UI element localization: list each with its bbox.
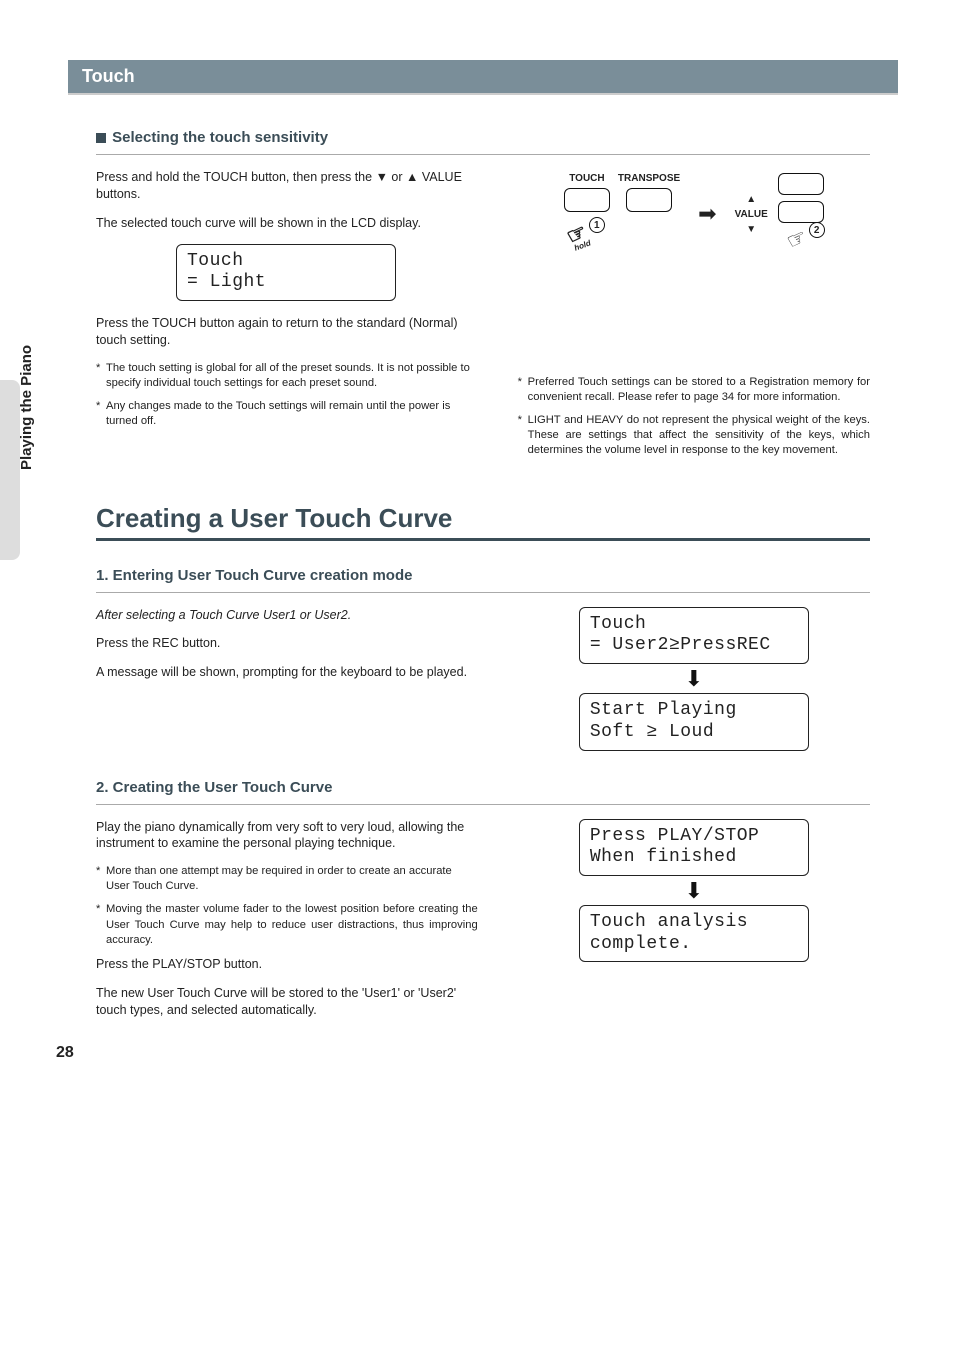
- para-press-playstop: Press the PLAY/STOP button.: [96, 956, 478, 973]
- step-badge-2: 2: [809, 222, 825, 238]
- subheading-text: Selecting the touch sensitivity: [112, 129, 328, 146]
- lcd-line: complete.: [590, 934, 798, 956]
- panel-button-value-down: [778, 201, 824, 223]
- para-message-shown: A message will be shown, prompting for t…: [96, 664, 478, 681]
- lcd-user2-pressrec: Touch = User2≥PressREC: [579, 607, 809, 664]
- lcd-line: = Light: [187, 272, 385, 294]
- lcd-press-playstop: Press PLAY/STOP When finished: [579, 819, 809, 876]
- section-bar: Touch: [68, 60, 898, 95]
- lcd-line: Touch: [187, 251, 385, 273]
- para-selected-curve: The selected touch curve will be shown i…: [96, 215, 478, 232]
- lcd-start-playing: Start Playing Soft ≥ Loud: [579, 693, 809, 750]
- para-press-rec: Press the REC button.: [96, 635, 478, 652]
- label-transpose: TRANSPOSE: [618, 173, 680, 184]
- lcd-line: Press PLAY/STOP: [590, 826, 798, 848]
- footnote: *Any changes made to the Touch settings …: [96, 399, 478, 429]
- step1-heading: 1. Entering User Touch Curve creation mo…: [96, 567, 870, 584]
- button-panel-diagram: TOUCH ☞ 1 hold TRANSPOSE: [518, 173, 870, 255]
- divider: [96, 592, 870, 593]
- label-value: VALUE: [735, 209, 768, 220]
- para-press-hold: Press and hold the TOUCH button, then pr…: [96, 169, 478, 203]
- footnote: *Preferred Touch settings can be stored …: [518, 375, 870, 405]
- footnote: *The touch setting is global for all of …: [96, 361, 478, 391]
- lcd-line: Touch analysis: [590, 912, 798, 934]
- arrow-down-icon: ⬇: [685, 882, 703, 900]
- triangle-up-icon: ▲: [746, 194, 756, 205]
- triangle-up-icon: ▲: [406, 170, 418, 184]
- step2-heading: 2. Creating the User Touch Curve: [96, 779, 870, 796]
- lcd-line: When finished: [590, 847, 798, 869]
- para-after-selecting: After selecting a Touch Curve User1 or U…: [96, 607, 478, 624]
- divider: [96, 804, 870, 805]
- panel-button-transpose: [626, 188, 672, 212]
- arrow-right-icon: ➡: [698, 201, 716, 227]
- lcd-line: = User2≥PressREC: [590, 635, 798, 657]
- lcd-touch-light: Touch = Light: [176, 244, 396, 301]
- square-bullet-icon: [96, 133, 106, 143]
- arrow-down-icon: ⬇: [685, 670, 703, 688]
- para-stored-user: The new User Touch Curve will be stored …: [96, 985, 478, 1019]
- section-title-creating: Creating a User Touch Curve: [96, 503, 870, 541]
- lcd-line: Soft ≥ Loud: [590, 722, 798, 744]
- lcd-line: Touch: [590, 614, 798, 636]
- step-badge-1: 1: [589, 217, 605, 233]
- side-tab-bg: [0, 380, 20, 560]
- triangle-down-icon: ▼: [376, 170, 388, 184]
- divider: [96, 154, 870, 155]
- triangle-down-icon: ▼: [746, 224, 756, 235]
- side-tab: Playing the Piano: [0, 380, 40, 560]
- page-number: 28: [56, 1044, 74, 1062]
- subheading-selecting: Selecting the touch sensitivity: [96, 129, 870, 146]
- lcd-line: Start Playing: [590, 700, 798, 722]
- panel-button-touch: [564, 188, 610, 212]
- para-play-dynamically: Play the piano dynamically from very sof…: [96, 819, 478, 853]
- footnote: *Moving the master volume fader to the l…: [96, 902, 478, 947]
- label-touch: TOUCH: [569, 173, 604, 184]
- side-tab-label: Playing the Piano: [18, 345, 35, 470]
- footnote: *LIGHT and HEAVY do not represent the ph…: [518, 413, 870, 458]
- lcd-analysis-complete: Touch analysis complete.: [579, 905, 809, 962]
- footnote: *More than one attempt may be required i…: [96, 864, 478, 894]
- para-press-again: Press the TOUCH button again to return t…: [96, 315, 478, 349]
- pointer-hand-icon: ☞: [782, 223, 811, 255]
- panel-button-value-up: [778, 173, 824, 195]
